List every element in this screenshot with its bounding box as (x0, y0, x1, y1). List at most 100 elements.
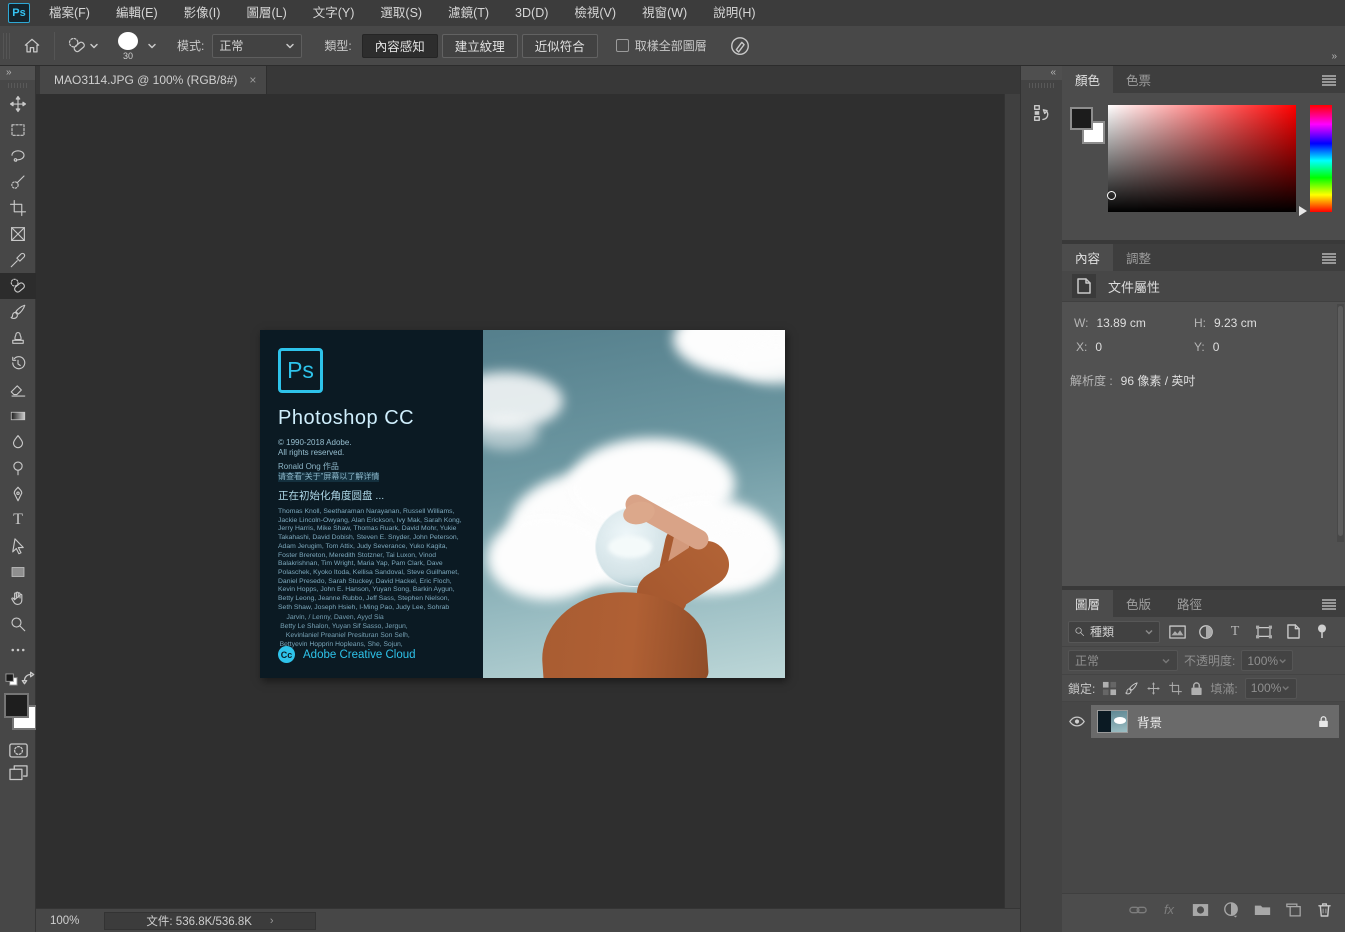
lock-all-icon[interactable] (1190, 681, 1203, 696)
dodge-tool[interactable] (0, 455, 36, 481)
layer-style-button[interactable]: fx (1158, 900, 1180, 920)
frame-tool[interactable] (0, 221, 36, 247)
menu-item[interactable]: 檔案(F) (36, 0, 103, 26)
filter-shape-layers-button[interactable] (1252, 621, 1276, 643)
history-brush-tool[interactable] (0, 351, 36, 377)
document-tab[interactable]: MAO3114.JPG @ 100% (RGB/8#) × (40, 66, 267, 94)
marquee-tool[interactable] (0, 117, 36, 143)
type-proximity-match-button[interactable]: 近似符合 (522, 34, 598, 58)
tool-preset-picker[interactable] (61, 36, 105, 56)
filter-adjustment-layers-button[interactable] (1194, 621, 1218, 643)
filter-smart-objects-button[interactable] (1281, 621, 1305, 643)
filter-type-layers-button[interactable]: T (1223, 621, 1247, 643)
gradient-tool[interactable] (0, 403, 36, 429)
edit-toolbar-button[interactable] (0, 637, 36, 663)
color-marker[interactable] (1107, 191, 1116, 200)
default-colors-icon[interactable] (5, 673, 18, 686)
panel-menu-icon[interactable] (1321, 74, 1337, 86)
tab-paths[interactable]: 路徑 (1164, 590, 1215, 617)
eraser-tool[interactable] (0, 377, 36, 403)
menu-item[interactable]: 濾鏡(T) (435, 0, 502, 26)
resolution-value[interactable]: 96 像素 / 英吋 (1121, 372, 1196, 389)
layer-visibility-toggle[interactable] (1062, 705, 1091, 738)
panel-scrollbar[interactable] (1337, 304, 1344, 542)
swap-colors-icon[interactable] (21, 671, 35, 685)
opacity-field[interactable]: 100% (1241, 650, 1293, 671)
hand-tool[interactable] (0, 585, 36, 611)
saturation-brightness-field[interactable] (1108, 105, 1296, 212)
menu-item[interactable]: 3D(D) (502, 0, 561, 26)
menu-item[interactable]: 選取(S) (367, 0, 435, 26)
tab-swatches[interactable]: 色票 (1113, 66, 1164, 93)
new-group-button[interactable] (1251, 900, 1273, 920)
delete-layer-button[interactable] (1313, 900, 1335, 920)
lock-position-icon[interactable] (1146, 681, 1161, 696)
height-value[interactable]: 9.23 cm (1214, 316, 1257, 330)
x-value[interactable]: 0 (1095, 340, 1102, 354)
collapse-dock-button[interactable]: « (1021, 66, 1062, 80)
rectangle-tool[interactable] (0, 559, 36, 585)
menu-item[interactable]: 檢視(V) (561, 0, 629, 26)
menu-item[interactable]: 編輯(E) (103, 0, 171, 26)
type-create-texture-button[interactable]: 建立紋理 (442, 34, 518, 58)
pressure-size-button[interactable] (729, 35, 751, 57)
lasso-tool[interactable] (0, 143, 36, 169)
menu-item[interactable]: 說明(H) (700, 0, 768, 26)
tab-layers[interactable]: 圖層 (1062, 590, 1113, 617)
pen-tool[interactable] (0, 481, 36, 507)
filter-pin-toggle[interactable] (1310, 621, 1334, 643)
mode-select[interactable]: 正常 (212, 34, 302, 58)
tab-properties[interactable]: 內容 (1062, 244, 1113, 271)
menu-item[interactable]: 影像(I) (171, 0, 234, 26)
move-tool[interactable] (0, 91, 36, 117)
fill-field[interactable]: 100% (1245, 678, 1297, 699)
hue-slider-marker[interactable] (1299, 206, 1307, 216)
foreground-color-swatch[interactable] (4, 693, 29, 718)
sample-all-layers-toggle[interactable]: 取樣全部圖層 (616, 37, 707, 54)
brush-size-picker[interactable]: 30 (105, 30, 163, 61)
zoom-tool[interactable] (0, 611, 36, 637)
history-panel-button[interactable] (1025, 96, 1059, 130)
filter-kind-select[interactable]: 種類 (1068, 621, 1160, 643)
menu-item[interactable]: 視窗(W) (629, 0, 700, 26)
y-value[interactable]: 0 (1213, 340, 1220, 354)
tab-adjustments[interactable]: 調整 (1113, 244, 1164, 271)
hue-slider[interactable] (1310, 105, 1332, 212)
canvas-area[interactable]: Ps Photoshop CC © 1990-2018 Adobe. All r… (36, 94, 1004, 908)
layer-row-background[interactable]: 背景 (1062, 705, 1345, 738)
link-layers-button[interactable] (1127, 900, 1149, 920)
home-button[interactable] (16, 36, 48, 56)
clone-stamp-tool[interactable] (0, 325, 36, 351)
path-selection-tool[interactable] (0, 533, 36, 559)
add-layer-mask-button[interactable] (1189, 900, 1211, 920)
close-tab-icon[interactable]: × (249, 73, 256, 87)
layer-thumbnail[interactable] (1097, 710, 1128, 733)
lock-artboard-icon[interactable] (1168, 681, 1183, 696)
menu-item[interactable]: 文字(Y) (300, 0, 368, 26)
layer-name[interactable]: 背景 (1137, 712, 1318, 731)
document-size-box[interactable]: 文件: 536.8K/536.8K › (104, 912, 316, 930)
lock-transparency-icon[interactable] (1102, 681, 1117, 696)
blur-tool[interactable] (0, 429, 36, 455)
brush-tool[interactable] (0, 299, 36, 325)
layer-locked-icon[interactable] (1318, 715, 1329, 728)
quick-mask-icon[interactable] (9, 743, 28, 758)
toolbar-expand-button[interactable]: » (0, 66, 35, 80)
type-tool[interactable]: T (0, 507, 36, 533)
menu-item[interactable]: 圖層(L) (233, 0, 299, 26)
spot-healing-brush-tool[interactable] (0, 273, 36, 299)
zoom-level[interactable]: 100% (36, 915, 90, 927)
quick-selection-tool[interactable] (0, 169, 36, 195)
panel-menu-icon[interactable] (1321, 598, 1337, 610)
eyedropper-tool[interactable] (0, 247, 36, 273)
blend-mode-select[interactable]: 正常 (1068, 650, 1178, 671)
new-adjustment-layer-button[interactable] (1220, 900, 1242, 920)
width-value[interactable]: 13.89 cm (1096, 316, 1145, 330)
tab-color[interactable]: 顏色 (1062, 66, 1113, 93)
filter-pixel-layers-button[interactable] (1165, 621, 1189, 643)
panel-menu-icon[interactable] (1321, 252, 1337, 264)
foreground-color-swatch[interactable] (1070, 107, 1093, 130)
lock-pixels-brush-icon[interactable] (1124, 681, 1139, 696)
new-layer-button[interactable] (1282, 900, 1304, 920)
vertical-scrollbar[interactable] (1004, 94, 1020, 908)
